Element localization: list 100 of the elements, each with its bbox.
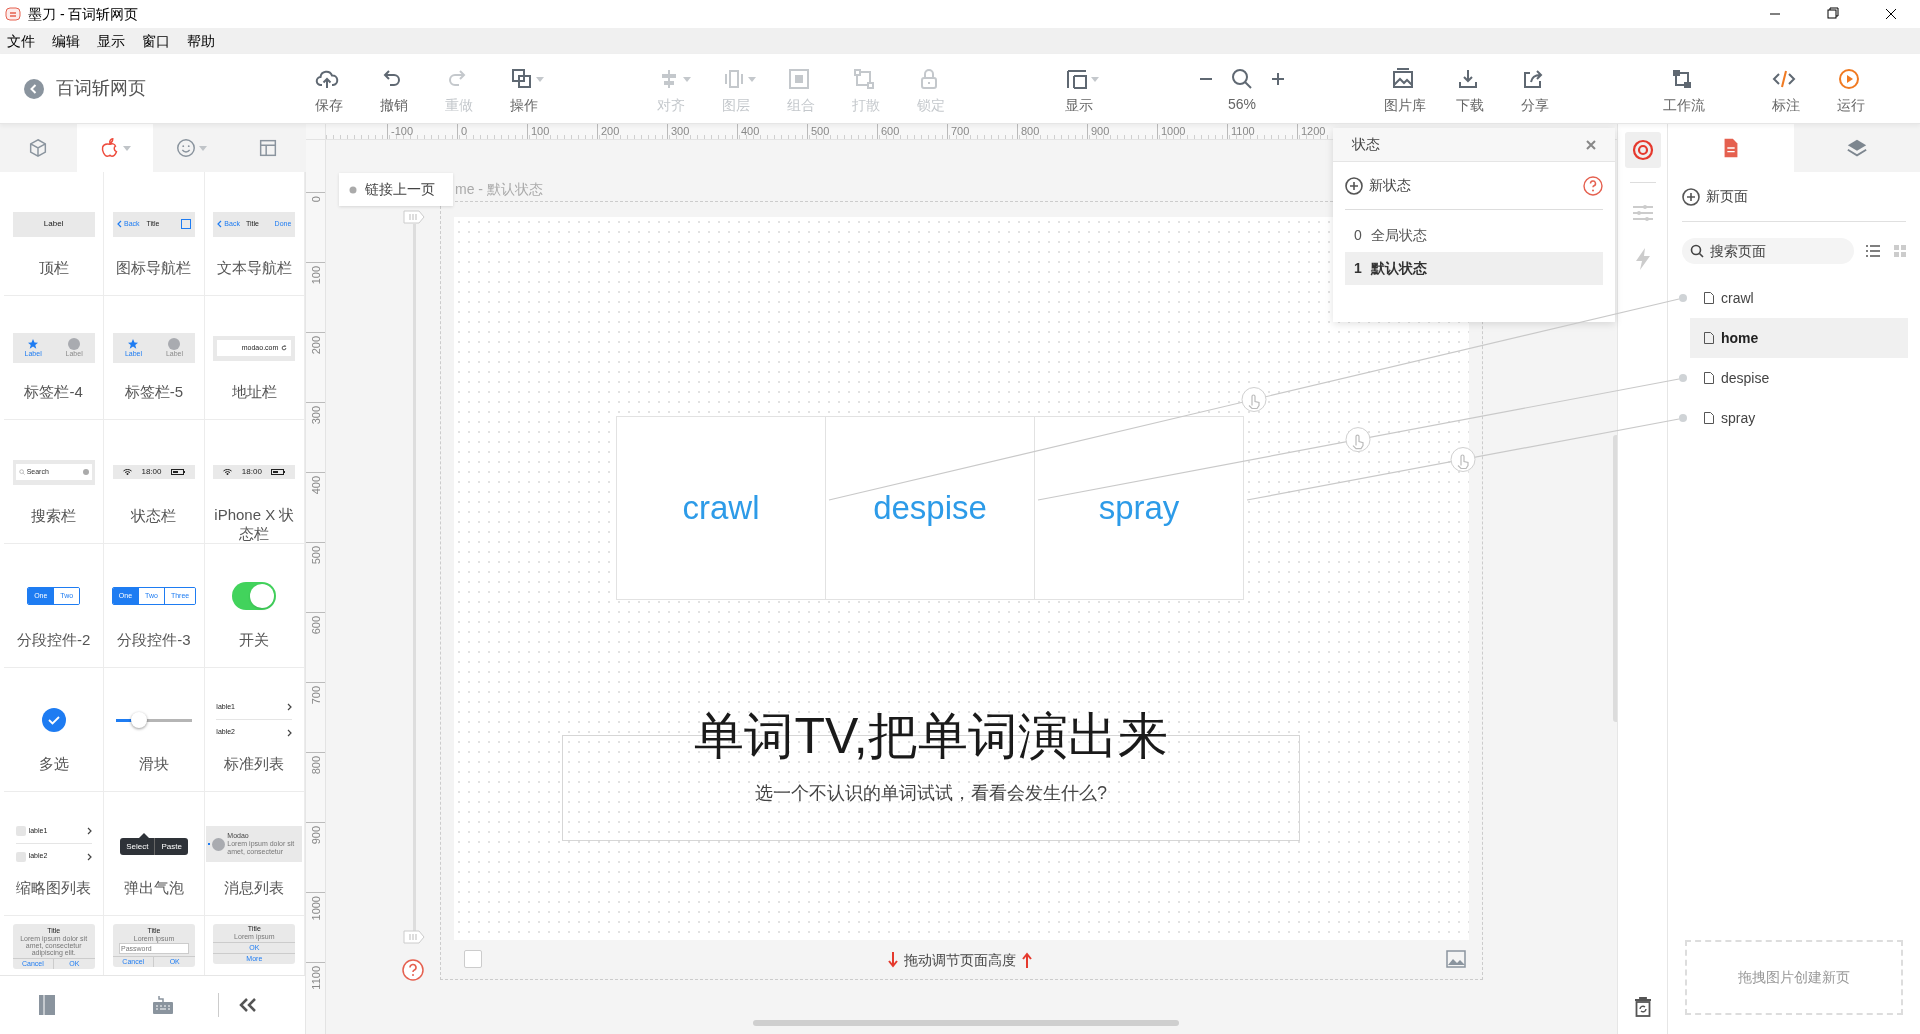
layout-icon (1064, 67, 1089, 91)
menu-item[interactable]: 窗口 (142, 30, 170, 52)
component-label: 多选 (37, 754, 70, 773)
refresh-icon (281, 345, 288, 351)
search-icon (18, 469, 25, 475)
chevron-icon (287, 728, 293, 737)
page-item[interactable]: spray (1690, 398, 1908, 438)
ruler-label: 1100 (1231, 124, 1255, 139)
component-label: 标签栏-4 (23, 382, 84, 401)
menu-item[interactable]: 编辑 (52, 30, 80, 52)
new-state-button[interactable]: 新状态 (1345, 175, 1411, 196)
ungroup-icon (851, 67, 876, 91)
caret-icon (122, 145, 131, 151)
chevron-icon (86, 852, 92, 861)
target-icon[interactable] (1624, 132, 1661, 168)
dot-icon (349, 185, 357, 194)
ruler-label: 700 (308, 686, 323, 705)
group-icon (786, 67, 811, 91)
close-icon[interactable] (1586, 139, 1596, 150)
help-icon[interactable] (1583, 175, 1603, 196)
menu-item[interactable]: 帮助 (187, 30, 215, 52)
page-item[interactable]: home (1690, 318, 1908, 358)
ruler-label: 200 (308, 336, 323, 355)
wifi-icon (123, 469, 132, 475)
component-label: 状态栏 (130, 506, 178, 525)
undo-button[interactable]: 撤销 (361, 54, 426, 123)
component-label: 文本导航栏 (215, 258, 293, 277)
copy-icon (509, 67, 534, 91)
app-logo-icon (5, 6, 21, 22)
collapse-icon[interactable] (239, 998, 257, 1012)
annotate-button[interactable]: 标注 (1753, 54, 1818, 123)
state-item[interactable]: 1 默认状态 (1345, 252, 1603, 285)
run-button[interactable]: 运行 (1818, 54, 1883, 123)
slider-thumb[interactable] (130, 711, 147, 728)
thumbnail-square (15, 851, 26, 862)
image-library-button[interactable]: 图片库 (1372, 54, 1437, 123)
ruler-label: 1000 (1161, 124, 1186, 139)
ruler-label: -100 (391, 124, 414, 139)
ruler-label: 800 (308, 756, 323, 775)
page-item[interactable]: despise (1690, 358, 1908, 398)
layers-icon (1846, 137, 1868, 159)
ruler-label: 400 (741, 124, 760, 139)
page-icon (1704, 372, 1714, 384)
keyboard-icon[interactable] (153, 996, 173, 1014)
resize-handle-icon[interactable] (403, 210, 425, 224)
menu-item[interactable]: 显示 (97, 30, 125, 52)
ruler-label: 300 (308, 406, 323, 425)
chevron-icon (287, 703, 293, 711)
lightning-icon[interactable] (1635, 248, 1650, 270)
state-item[interactable]: 0 全局状态 (1345, 219, 1603, 252)
download-button[interactable]: 下载 (1437, 54, 1502, 123)
resize-handle-icon[interactable] (403, 930, 425, 944)
search-icon (1230, 67, 1254, 91)
preview-text: Paste (154, 838, 188, 855)
component-label: iPhone X 状态栏 (213, 505, 296, 543)
arrow-up-icon (1022, 952, 1032, 968)
component-label: 搜索栏 (30, 506, 78, 525)
arrow-down-icon (888, 952, 898, 968)
layers-tab[interactable] (1794, 124, 1920, 172)
help-icon[interactable] (402, 959, 424, 981)
checkbox[interactable] (464, 950, 482, 968)
back-icon[interactable] (24, 78, 44, 99)
menu-item[interactable]: 文件 (7, 30, 35, 52)
component-label: 消息列表 (223, 878, 286, 897)
link-previous-page-button[interactable]: 链接上一页 (339, 173, 453, 206)
ruler-label: 400 (308, 476, 323, 495)
book-icon[interactable] (39, 995, 55, 1015)
share-button[interactable]: 分享 (1502, 54, 1567, 123)
list-view-icon[interactable] (1866, 245, 1880, 257)
component-label: 地址栏 (230, 382, 278, 401)
plus-circle-icon (1345, 176, 1363, 195)
plus-circle-icon (1682, 187, 1700, 206)
preview-text: 18:00 (241, 465, 262, 478)
page-icon (1704, 412, 1714, 424)
display-button[interactable]: 显示 (1046, 54, 1111, 123)
battery-icon (271, 468, 286, 475)
new-page-button[interactable]: 新页面 (1682, 186, 1748, 207)
ruler-label: 900 (308, 826, 323, 845)
page-item[interactable]: crawl (1690, 278, 1908, 318)
window-title: 墨刀 - 百词斩网页 (28, 4, 139, 24)
component-label: 顶栏 (37, 258, 70, 277)
subtitle: 选一个不认识的单词试试，看看会发生什么? (754, 782, 1108, 805)
ruler-label: 100 (308, 266, 323, 285)
popup-title: 状态 (1352, 135, 1380, 154)
ios-tab[interactable] (76, 124, 153, 172)
ruler-label: 500 (308, 546, 323, 565)
ruler-label: 600 (308, 616, 323, 635)
trash-icon[interactable] (1633, 997, 1652, 1017)
search-field[interactable]: 搜索页面 (1682, 238, 1854, 264)
play-icon (1836, 67, 1861, 91)
image-icon[interactable] (1446, 950, 1466, 968)
component-label: 滑块 (138, 754, 170, 773)
grid-view-icon[interactable] (1894, 245, 1906, 257)
component-label: 标签栏-5 (123, 382, 185, 401)
chevron-icon (117, 220, 122, 228)
workflow-button[interactable]: 工作流 (1651, 54, 1716, 123)
operate-button[interactable]: 操作 (491, 54, 556, 123)
save-button[interactable]: 保存 (296, 54, 361, 123)
sliders-icon[interactable] (1632, 204, 1653, 222)
ruler-label: 1200 (1301, 124, 1326, 139)
